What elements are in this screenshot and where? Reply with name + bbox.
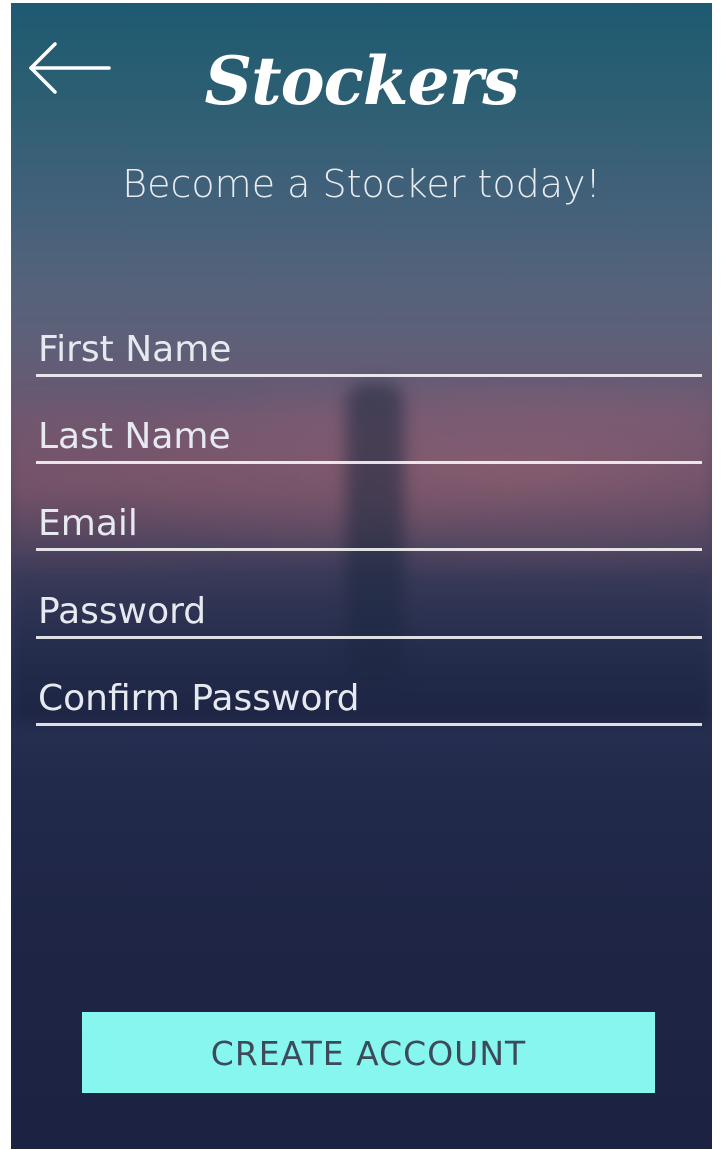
first-name-field[interactable] [36,307,702,377]
last-name-field[interactable] [36,394,702,464]
brand-logo: Stockers [204,42,519,120]
first-name-input[interactable] [36,307,702,377]
password-underline [36,636,702,639]
password-field[interactable] [36,569,702,639]
create-account-button[interactable]: CREATE ACCOUNT [82,1012,655,1093]
email-underline [36,548,702,551]
confirm-password-field[interactable] [36,656,702,726]
confirm-password-underline [36,723,702,726]
email-input[interactable] [36,481,702,551]
first-name-underline [36,374,702,377]
confirm-password-input[interactable] [36,656,702,726]
email-field[interactable] [36,481,702,551]
page-subtitle: Become a Stocker today! [122,162,601,206]
last-name-underline [36,461,702,464]
signup-screen: Stockers Become a Stocker today! CREATE … [11,3,712,1149]
last-name-input[interactable] [36,394,702,464]
password-input[interactable] [36,569,702,639]
